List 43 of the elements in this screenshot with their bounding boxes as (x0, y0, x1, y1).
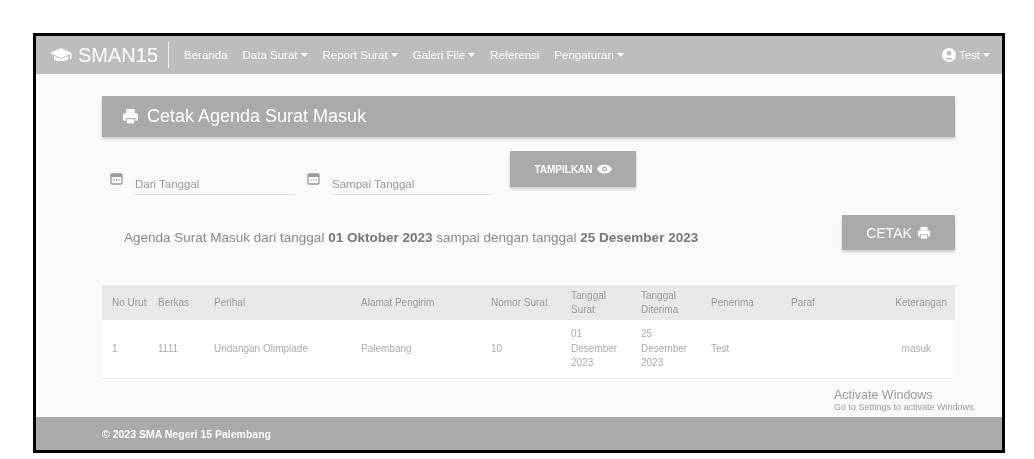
column-header: Paraf (781, 285, 851, 320)
calendar-icon (307, 172, 320, 185)
table-cell: 25 Desember 2023 (631, 320, 701, 379)
calendar-icon (110, 172, 123, 185)
graduation-cap-icon (50, 47, 72, 63)
brand-logo[interactable]: SMAN15 (50, 42, 170, 68)
column-header: Nomor Surat (481, 285, 561, 320)
table-cell: Palembang (351, 320, 481, 379)
nav-link[interactable]: Data Surat (242, 49, 308, 61)
column-header: Tanggal Diterima (631, 285, 701, 320)
column-header: Keterangan (851, 285, 955, 320)
nav-link[interactable]: Referensi (490, 49, 540, 61)
table-cell: Undangan Olimpiade (204, 320, 351, 379)
column-header: Tanggal Surat (561, 285, 631, 320)
column-header: Penerima (701, 285, 781, 320)
activation-notice-text: Go to Settings to activate Windows. (833, 402, 976, 412)
column-header: Alamat Pengirim (351, 285, 481, 320)
nav-link[interactable]: Beranda (184, 49, 228, 61)
agenda-summary: Agenda Surat Masuk dari tanggal 01 Oktober 2023 sampai dengan tanggal 25 Desember 2023 (124, 230, 699, 245)
table-cell: 10 (481, 320, 561, 379)
show-button[interactable]: TAMPILKAN (510, 151, 636, 187)
column-header: Perihal (204, 285, 351, 320)
table-cell: 1 (102, 320, 148, 379)
user-icon (941, 48, 956, 62)
table-cell: 01 Desember 2023 (561, 320, 631, 379)
date-field[interactable]: Dari Tanggal (135, 174, 295, 195)
nav-link[interactable]: Galeri File (412, 49, 476, 61)
column-header: Berkas (148, 285, 204, 320)
user-menu[interactable]: Test (941, 48, 990, 62)
table-cell: masuk (851, 320, 955, 379)
nav-link[interactable]: Pengaturan (554, 49, 624, 61)
column-header: No Urut (102, 285, 148, 320)
table-cell: 1111 (148, 320, 204, 379)
printer-icon (122, 108, 139, 125)
activation-notice-title: Activate Windows (833, 388, 934, 402)
date-field[interactable]: Sampai Tanggal (332, 174, 492, 195)
printer-icon (916, 225, 931, 240)
eye-icon (596, 164, 612, 174)
page-title: Cetak Agenda Surat Masuk (147, 106, 367, 127)
copyright-text: © 2023 SMA Negeri 15 Palembang (102, 427, 271, 440)
nav-link[interactable]: Report Surat (322, 49, 398, 61)
table-cell: Test (701, 320, 781, 379)
print-button[interactable]: CETAK (842, 215, 955, 250)
